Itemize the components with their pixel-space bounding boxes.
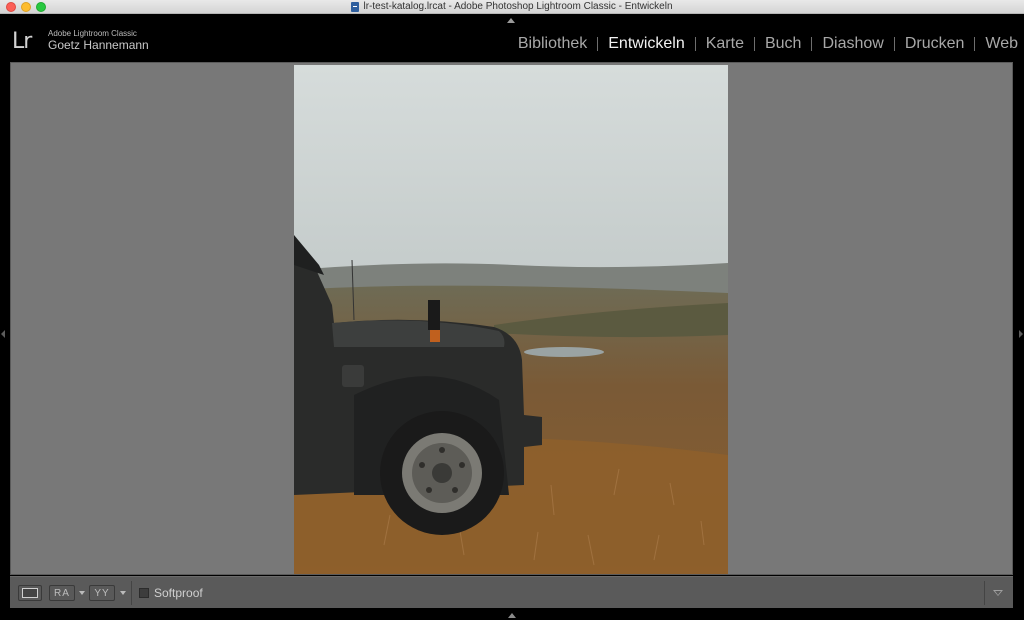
- photo-preview[interactable]: [294, 65, 728, 574]
- module-karte[interactable]: Karte: [696, 35, 754, 53]
- before-after-tb-button[interactable]: YY: [89, 585, 115, 601]
- loupe-view-button[interactable]: [18, 585, 42, 601]
- module-web[interactable]: Web: [975, 35, 1018, 53]
- triangle-down-icon[interactable]: [993, 590, 1003, 596]
- window-titlebar: lr-test-katalog.lrcat - Adobe Photoshop …: [0, 0, 1024, 14]
- photo-image: [294, 65, 728, 574]
- module-bibliothek[interactable]: Bibliothek: [508, 35, 597, 53]
- collapse-top-panel-icon[interactable]: [507, 18, 515, 23]
- collapse-bottom-panel-icon[interactable]: [508, 613, 516, 618]
- module-picker: Bibliothek Entwickeln Karte Buch Diashow…: [508, 35, 1018, 53]
- module-drucken[interactable]: Drucken: [895, 35, 975, 53]
- softproof-label: Softproof: [154, 586, 203, 600]
- toolbar-divider: [984, 581, 985, 605]
- right-panel-toggle-icon[interactable]: [1019, 330, 1023, 338]
- chevron-down-icon[interactable]: [120, 591, 126, 595]
- toolbar-divider: [131, 581, 132, 605]
- window-title: lr-test-katalog.lrcat - Adobe Photoshop …: [363, 1, 673, 12]
- softproof-checkbox[interactable]: [139, 588, 149, 598]
- module-buch[interactable]: Buch: [755, 35, 811, 53]
- window-title-wrap: lr-test-katalog.lrcat - Adobe Photoshop …: [0, 0, 1024, 14]
- before-after-lr-button[interactable]: RA: [49, 585, 75, 601]
- chevron-down-icon[interactable]: [79, 591, 85, 595]
- module-diashow[interactable]: Diashow: [812, 35, 893, 53]
- lightroom-logo: Lr: [12, 29, 32, 54]
- identity-plate-user: Goetz Hannemann: [48, 38, 149, 52]
- document-icon: [351, 2, 360, 12]
- module-entwickeln[interactable]: Entwickeln: [598, 35, 694, 53]
- product-name: Adobe Lightroom Classic: [48, 29, 137, 38]
- left-panel-toggle-icon[interactable]: [1, 330, 5, 338]
- develop-toolbar: RA YY Softproof: [10, 576, 1013, 608]
